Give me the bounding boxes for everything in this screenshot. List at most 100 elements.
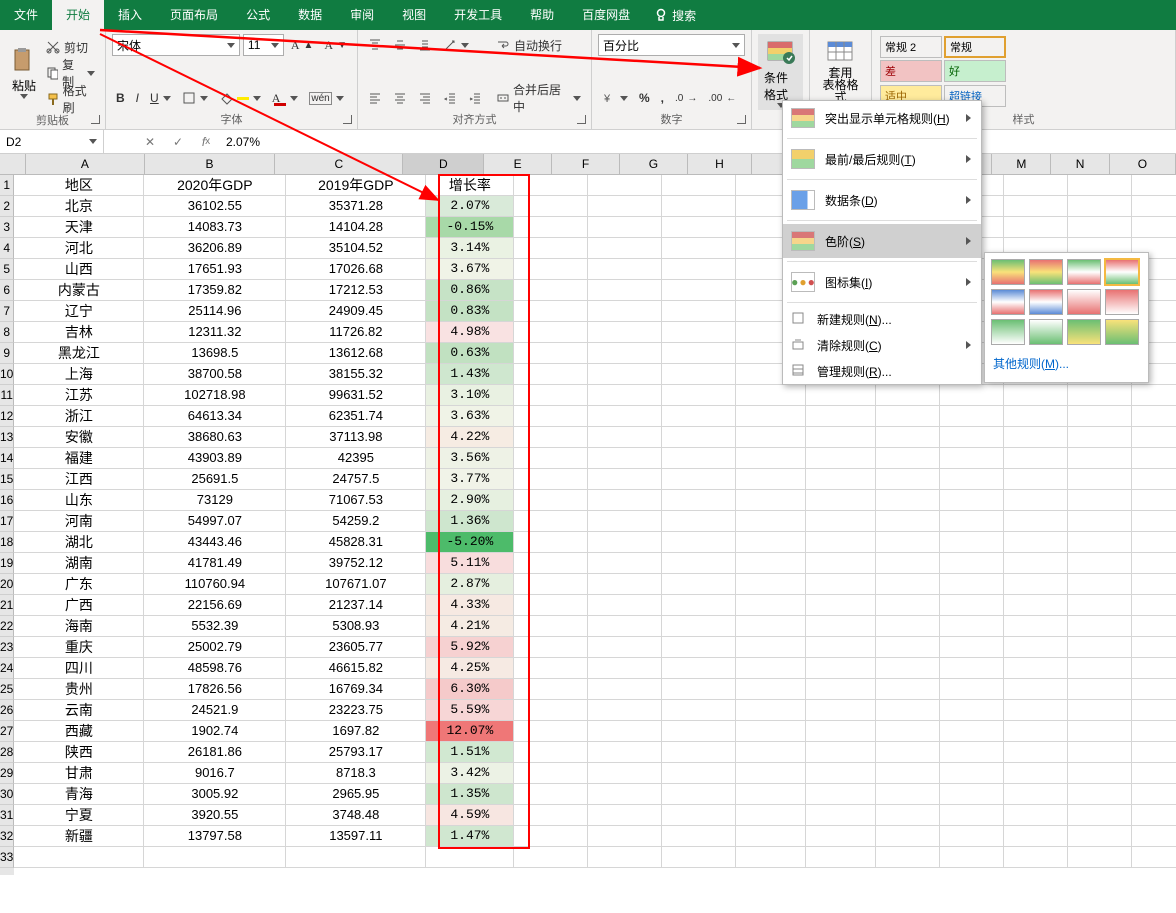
align-bottom-button[interactable] <box>414 34 436 56</box>
cell[interactable]: 13797.58 <box>144 826 286 847</box>
cell[interactable] <box>1132 553 1176 574</box>
cell[interactable] <box>1004 217 1068 238</box>
cell[interactable] <box>514 427 588 448</box>
cell[interactable]: 河北 <box>14 238 144 259</box>
color-scale-option[interactable] <box>1105 289 1139 315</box>
cell[interactable] <box>736 427 806 448</box>
style-bad[interactable]: 差 <box>880 60 942 82</box>
cell[interactable] <box>662 742 736 763</box>
font-size-combo[interactable]: 11 <box>243 34 284 56</box>
menu-dev[interactable]: 开发工具 <box>440 0 516 30</box>
cell[interactable] <box>940 406 1004 427</box>
align-left-button[interactable] <box>364 87 386 109</box>
cell[interactable] <box>806 448 876 469</box>
cell[interactable] <box>1132 616 1176 637</box>
column-header-B[interactable]: B <box>145 154 275 175</box>
fill-color-button[interactable] <box>215 87 265 109</box>
cell[interactable] <box>940 763 1004 784</box>
cell[interactable]: 浙江 <box>14 406 144 427</box>
row-header[interactable]: 16 <box>0 490 14 511</box>
row-header[interactable]: 8 <box>0 322 14 343</box>
cell[interactable] <box>1068 700 1132 721</box>
cell[interactable] <box>736 532 806 553</box>
cell[interactable] <box>736 679 806 700</box>
cell[interactable]: 73129 <box>144 490 286 511</box>
cell[interactable] <box>588 364 662 385</box>
cell[interactable] <box>736 763 806 784</box>
row-header[interactable]: 10 <box>0 364 14 385</box>
menu-insert[interactable]: 插入 <box>104 0 156 30</box>
cell[interactable] <box>736 406 806 427</box>
cell[interactable] <box>662 175 736 196</box>
cell[interactable] <box>940 553 1004 574</box>
row-header[interactable]: 5 <box>0 259 14 280</box>
cell[interactable]: 重庆 <box>14 637 144 658</box>
cell[interactable]: 38680.63 <box>144 427 286 448</box>
row-header[interactable]: 3 <box>0 217 14 238</box>
cell[interactable]: 99631.52 <box>286 385 426 406</box>
cell[interactable] <box>144 847 286 868</box>
cell[interactable] <box>940 847 1004 868</box>
cell[interactable] <box>1132 826 1176 847</box>
cell[interactable]: 5.92% <box>426 637 514 658</box>
cell[interactable]: 17651.93 <box>144 259 286 280</box>
font-launcher[interactable] <box>343 115 355 127</box>
cell[interactable] <box>1068 511 1132 532</box>
cell[interactable]: 0.63% <box>426 343 514 364</box>
align-center-button[interactable] <box>389 87 411 109</box>
cell[interactable]: 湖南 <box>14 553 144 574</box>
cell[interactable] <box>514 532 588 553</box>
cell[interactable]: 4.22% <box>426 427 514 448</box>
cell[interactable] <box>514 322 588 343</box>
cell[interactable]: 0.86% <box>426 280 514 301</box>
cell[interactable]: 1.47% <box>426 826 514 847</box>
cell[interactable]: 甘肃 <box>14 763 144 784</box>
cell[interactable]: 35371.28 <box>286 196 426 217</box>
cell[interactable]: 17826.56 <box>144 679 286 700</box>
cell[interactable] <box>588 637 662 658</box>
cell[interactable]: 37113.98 <box>286 427 426 448</box>
cell[interactable] <box>876 574 940 595</box>
cell[interactable] <box>1004 805 1068 826</box>
cell[interactable] <box>514 637 588 658</box>
percent-button[interactable]: % <box>635 87 654 109</box>
cell[interactable] <box>588 322 662 343</box>
cell[interactable] <box>1068 427 1132 448</box>
cell[interactable] <box>514 826 588 847</box>
color-scale-option[interactable] <box>991 289 1025 315</box>
cell[interactable]: 62351.74 <box>286 406 426 427</box>
cell[interactable]: 12.07% <box>426 721 514 742</box>
formula-input[interactable]: 2.07% <box>220 130 1176 153</box>
cell[interactable] <box>514 763 588 784</box>
cell[interactable] <box>1004 763 1068 784</box>
cell[interactable]: 13597.11 <box>286 826 426 847</box>
cell[interactable]: 110760.94 <box>144 574 286 595</box>
color-scale-option[interactable] <box>991 259 1025 285</box>
row-header[interactable]: 18 <box>0 532 14 553</box>
color-scale-option[interactable] <box>1067 289 1101 315</box>
cell[interactable] <box>940 742 1004 763</box>
cell[interactable]: 4.21% <box>426 616 514 637</box>
cell[interactable] <box>1004 385 1068 406</box>
cell[interactable] <box>1132 637 1176 658</box>
cell[interactable] <box>806 532 876 553</box>
cell[interactable] <box>736 511 806 532</box>
cell[interactable]: 安徽 <box>14 427 144 448</box>
cell[interactable] <box>662 427 736 448</box>
cell[interactable] <box>806 385 876 406</box>
cell[interactable] <box>514 721 588 742</box>
cell[interactable]: 14083.73 <box>144 217 286 238</box>
cell[interactable]: 4.25% <box>426 658 514 679</box>
cell[interactable] <box>662 826 736 847</box>
menu-help[interactable]: 帮助 <box>516 0 568 30</box>
cell[interactable]: 吉林 <box>14 322 144 343</box>
cell[interactable] <box>662 490 736 511</box>
cell[interactable] <box>806 700 876 721</box>
cell[interactable] <box>806 553 876 574</box>
cell[interactable]: 2019年GDP <box>286 175 426 196</box>
menu-view[interactable]: 视图 <box>388 0 440 30</box>
cell[interactable]: 54997.07 <box>144 511 286 532</box>
row-header[interactable]: 26 <box>0 700 14 721</box>
cell[interactable] <box>588 742 662 763</box>
cell[interactable] <box>1068 490 1132 511</box>
